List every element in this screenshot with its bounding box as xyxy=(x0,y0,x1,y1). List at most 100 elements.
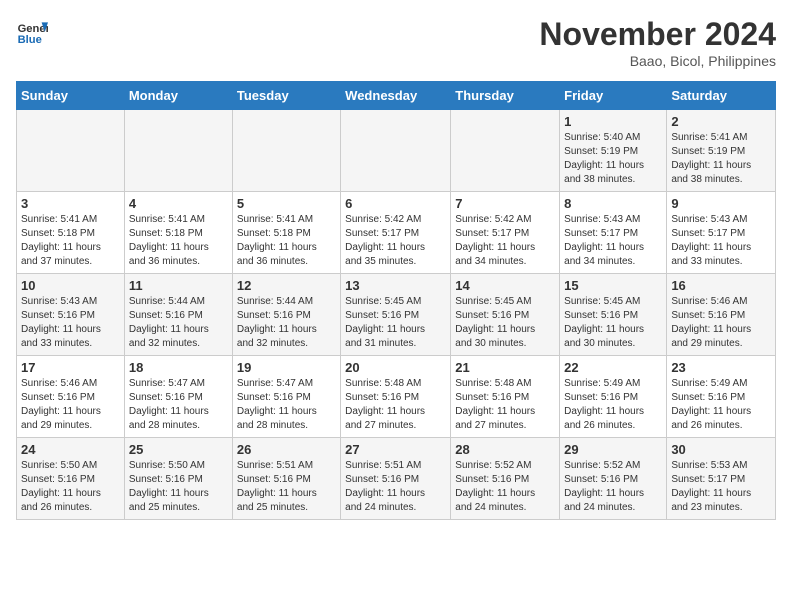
calendar-cell: 8Sunrise: 5:43 AM Sunset: 5:17 PM Daylig… xyxy=(560,192,667,274)
day-info: Sunrise: 5:53 AM Sunset: 5:17 PM Dayligh… xyxy=(671,459,771,515)
day-number: 21 xyxy=(455,360,555,375)
calendar-header-row: SundayMondayTuesdayWednesdayThursdayFrid… xyxy=(17,82,776,110)
day-info: Sunrise: 5:44 AM Sunset: 5:16 PM Dayligh… xyxy=(129,295,228,351)
day-info: Sunrise: 5:45 AM Sunset: 5:16 PM Dayligh… xyxy=(345,295,446,351)
calendar-week-row: 3 Sunrise: 5:41 AM Sunset: 5:18 PM Daylig… xyxy=(17,192,776,274)
day-number: 3 xyxy=(21,196,120,211)
calendar-cell xyxy=(124,110,232,192)
day-number: 29 xyxy=(564,442,662,457)
calendar-cell: 5 Sunrise: 5:41 AM Sunset: 5:18 PM Daylig… xyxy=(232,192,340,274)
day-number: 25 xyxy=(129,442,228,457)
day-number: 10 xyxy=(21,278,120,293)
day-number: 30 xyxy=(671,442,771,457)
day-info: Sunrise: 5:47 AM Sunset: 5:16 PM Dayligh… xyxy=(237,377,336,433)
calendar-week-row: 1 Sunrise: 5:40 AM Sunset: 5:19 PM Daylig… xyxy=(17,110,776,192)
calendar-cell: 17 Sunrise: 5:46 AM Sunset: 5:16 PM Dayli… xyxy=(17,356,125,438)
day-info: Sunrise: 5:49 AM Sunset: 5:16 PM Dayligh… xyxy=(671,377,771,433)
day-number: 16 xyxy=(671,278,771,293)
calendar-body: 1 Sunrise: 5:40 AM Sunset: 5:19 PM Daylig… xyxy=(17,110,776,520)
day-number: 4 xyxy=(129,196,228,211)
day-number: 19 xyxy=(237,360,336,375)
month-title: November 2024 xyxy=(539,16,776,53)
day-number: 11 xyxy=(129,278,228,293)
calendar-cell: 24 Sunrise: 5:50 AM Sunset: 5:16 PM Dayli… xyxy=(17,438,125,520)
day-info: Sunrise: 5:48 AM Sunset: 5:16 PM Dayligh… xyxy=(455,377,555,433)
day-number: 1 xyxy=(564,114,662,129)
calendar-cell: 6 Sunrise: 5:42 AM Sunset: 5:17 PM Daylig… xyxy=(341,192,451,274)
calendar-cell: 14Sunrise: 5:45 AM Sunset: 5:16 PM Dayli… xyxy=(451,274,560,356)
calendar-cell xyxy=(341,110,451,192)
calendar-cell: 4 Sunrise: 5:41 AM Sunset: 5:18 PM Daylig… xyxy=(124,192,232,274)
calendar-cell xyxy=(17,110,125,192)
day-info: Sunrise: 5:50 AM Sunset: 5:16 PM Dayligh… xyxy=(21,459,120,515)
calendar-cell: 28 Sunrise: 5:52 AM Sunset: 5:16 PM Dayli… xyxy=(451,438,560,520)
calendar-week-row: 17 Sunrise: 5:46 AM Sunset: 5:16 PM Dayli… xyxy=(17,356,776,438)
day-number: 20 xyxy=(345,360,446,375)
weekday-header: Wednesday xyxy=(341,82,451,110)
calendar-cell: 21 Sunrise: 5:48 AM Sunset: 5:16 PM Dayli… xyxy=(451,356,560,438)
calendar-cell: 22 Sunrise: 5:49 AM Sunset: 5:16 PM Dayli… xyxy=(560,356,667,438)
day-number: 26 xyxy=(237,442,336,457)
day-number: 13 xyxy=(345,278,446,293)
day-info: Sunrise: 5:42 AM Sunset: 5:17 PM Dayligh… xyxy=(455,213,555,269)
calendar-cell: 2Sunrise: 5:41 AM Sunset: 5:19 PM Daylig… xyxy=(667,110,776,192)
day-info: Sunrise: 5:40 AM Sunset: 5:19 PM Dayligh… xyxy=(564,131,662,187)
calendar-cell: 7 Sunrise: 5:42 AM Sunset: 5:17 PM Daylig… xyxy=(451,192,560,274)
day-number: 23 xyxy=(671,360,771,375)
calendar-cell: 23 Sunrise: 5:49 AM Sunset: 5:16 PM Dayli… xyxy=(667,356,776,438)
calendar-cell: 30 Sunrise: 5:53 AM Sunset: 5:17 PM Dayli… xyxy=(667,438,776,520)
calendar-cell: 12Sunrise: 5:44 AM Sunset: 5:16 PM Dayli… xyxy=(232,274,340,356)
day-info: Sunrise: 5:44 AM Sunset: 5:16 PM Dayligh… xyxy=(237,295,336,351)
day-info: Sunrise: 5:49 AM Sunset: 5:16 PM Dayligh… xyxy=(564,377,662,433)
day-number: 18 xyxy=(129,360,228,375)
calendar-cell xyxy=(232,110,340,192)
day-info: Sunrise: 5:46 AM Sunset: 5:16 PM Dayligh… xyxy=(21,377,120,433)
calendar-cell: 9 Sunrise: 5:43 AM Sunset: 5:17 PM Daylig… xyxy=(667,192,776,274)
day-number: 5 xyxy=(237,196,336,211)
day-number: 7 xyxy=(455,196,555,211)
day-number: 28 xyxy=(455,442,555,457)
day-info: Sunrise: 5:41 AM Sunset: 5:18 PM Dayligh… xyxy=(129,213,228,269)
svg-text:Blue: Blue xyxy=(18,34,42,46)
day-info: Sunrise: 5:48 AM Sunset: 5:16 PM Dayligh… xyxy=(345,377,446,433)
calendar-week-row: 24 Sunrise: 5:50 AM Sunset: 5:16 PM Dayli… xyxy=(17,438,776,520)
calendar-cell: 26 Sunrise: 5:51 AM Sunset: 5:16 PM Dayli… xyxy=(232,438,340,520)
calendar-cell: 3 Sunrise: 5:41 AM Sunset: 5:18 PM Daylig… xyxy=(17,192,125,274)
day-number: 27 xyxy=(345,442,446,457)
location-subtitle: Baao, Bicol, Philippines xyxy=(539,53,776,69)
day-number: 22 xyxy=(564,360,662,375)
calendar-cell: 25 Sunrise: 5:50 AM Sunset: 5:16 PM Dayli… xyxy=(124,438,232,520)
day-info: Sunrise: 5:41 AM Sunset: 5:18 PM Dayligh… xyxy=(237,213,336,269)
calendar-cell: 15Sunrise: 5:45 AM Sunset: 5:16 PM Dayli… xyxy=(560,274,667,356)
day-number: 9 xyxy=(671,196,771,211)
weekday-header: Friday xyxy=(560,82,667,110)
day-number: 24 xyxy=(21,442,120,457)
logo: General Blue xyxy=(16,16,48,48)
day-info: Sunrise: 5:42 AM Sunset: 5:17 PM Dayligh… xyxy=(345,213,446,269)
day-info: Sunrise: 5:52 AM Sunset: 5:16 PM Dayligh… xyxy=(455,459,555,515)
calendar-cell: 11 Sunrise: 5:44 AM Sunset: 5:16 PM Dayli… xyxy=(124,274,232,356)
calendar-cell: 13 Sunrise: 5:45 AM Sunset: 5:16 PM Dayli… xyxy=(341,274,451,356)
day-number: 6 xyxy=(345,196,446,211)
day-info: Sunrise: 5:47 AM Sunset: 5:16 PM Dayligh… xyxy=(129,377,228,433)
day-info: Sunrise: 5:51 AM Sunset: 5:16 PM Dayligh… xyxy=(237,459,336,515)
weekday-header: Monday xyxy=(124,82,232,110)
day-info: Sunrise: 5:43 AM Sunset: 5:17 PM Dayligh… xyxy=(671,213,771,269)
calendar-cell xyxy=(451,110,560,192)
day-info: Sunrise: 5:50 AM Sunset: 5:16 PM Dayligh… xyxy=(129,459,228,515)
day-info: Sunrise: 5:43 AM Sunset: 5:16 PM Dayligh… xyxy=(21,295,120,351)
calendar-table: SundayMondayTuesdayWednesdayThursdayFrid… xyxy=(16,81,776,520)
calendar-cell: 10 Sunrise: 5:43 AM Sunset: 5:16 PM Dayli… xyxy=(17,274,125,356)
calendar-cell: 29Sunrise: 5:52 AM Sunset: 5:16 PM Dayli… xyxy=(560,438,667,520)
day-number: 8 xyxy=(564,196,662,211)
weekday-header: Sunday xyxy=(17,82,125,110)
weekday-header: Thursday xyxy=(451,82,560,110)
calendar-cell: 19 Sunrise: 5:47 AM Sunset: 5:16 PM Dayli… xyxy=(232,356,340,438)
day-number: 17 xyxy=(21,360,120,375)
day-info: Sunrise: 5:45 AM Sunset: 5:16 PM Dayligh… xyxy=(564,295,662,351)
day-info: Sunrise: 5:41 AM Sunset: 5:18 PM Dayligh… xyxy=(21,213,120,269)
calendar-cell: 16 Sunrise: 5:46 AM Sunset: 5:16 PM Dayli… xyxy=(667,274,776,356)
day-number: 14 xyxy=(455,278,555,293)
day-info: Sunrise: 5:46 AM Sunset: 5:16 PM Dayligh… xyxy=(671,295,771,351)
logo-icon: General Blue xyxy=(16,16,48,48)
